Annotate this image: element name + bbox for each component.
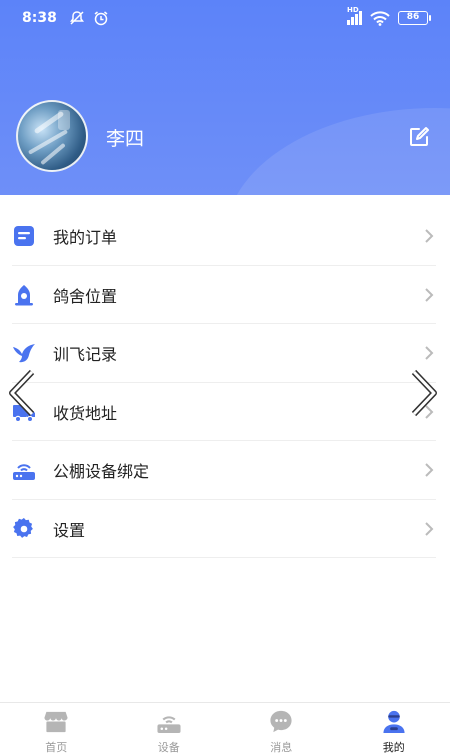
chevron-right-icon: [425, 288, 434, 302]
tab-device[interactable]: 设备: [113, 703, 226, 755]
tab-messages[interactable]: 消息: [225, 703, 338, 755]
header-decoration: [225, 108, 450, 195]
menu-item-device-binding[interactable]: 公棚设备绑定: [0, 441, 450, 500]
battery-indicator: 86: [398, 11, 431, 25]
user-profile-icon: [383, 710, 405, 734]
next-arrow-icon[interactable]: [406, 368, 440, 418]
signal-icon: HD: [347, 6, 362, 25]
tab-home[interactable]: 首页: [0, 703, 113, 755]
alarm-clock-icon: [94, 11, 108, 26]
tab-label: 设备: [157, 741, 180, 754]
menu-item-label: 收货地址: [53, 403, 118, 423]
menu-item-label: 训飞记录: [53, 345, 118, 365]
tab-mine[interactable]: 我的: [338, 703, 450, 755]
wifi-icon: [370, 10, 390, 26]
menu-item-orders[interactable]: 我的订单: [0, 207, 450, 266]
device-router-icon: [157, 716, 181, 734]
status-time: 8:38: [22, 10, 57, 26]
menu-item-shipping-address[interactable]: 收货地址: [0, 383, 450, 442]
menu-item-label: 我的订单: [53, 228, 118, 248]
chevron-right-icon: [425, 463, 434, 477]
network-type-label: HD: [347, 6, 359, 14]
bird-flight-icon: [12, 341, 36, 365]
profile-header: 8:38 HD 86 李四: [0, 0, 450, 195]
tab-label: 我的: [382, 741, 405, 754]
menu-item-label: 公棚设备绑定: [53, 462, 150, 482]
status-bar: 8:38 HD 86: [0, 0, 450, 36]
chevron-right-icon: [425, 346, 434, 360]
edit-profile-icon[interactable]: [408, 126, 430, 148]
notification-muted-icon: [69, 11, 84, 25]
order-list-icon: [12, 224, 36, 248]
menu-item-loft-location[interactable]: 鸽舍位置: [0, 266, 450, 325]
bottom-tab-bar: 首页 设备 消息 我的: [0, 702, 450, 755]
profile-menu: 我的订单 鸽舍位置 训飞记录 收货地址 公棚设备绑定 设置: [0, 207, 450, 558]
previous-arrow-icon[interactable]: [6, 368, 40, 418]
tab-label: 消息: [270, 741, 293, 754]
menu-item-training-records[interactable]: 训飞记录: [0, 324, 450, 383]
user-name: 李四: [106, 128, 145, 150]
tab-label: 首页: [45, 741, 68, 754]
chevron-right-icon: [425, 522, 434, 536]
gear-icon: [12, 517, 36, 541]
message-icon: [270, 710, 292, 733]
home-store-icon: [44, 711, 68, 733]
router-device-icon: [12, 458, 36, 482]
menu-item-label: 设置: [53, 520, 86, 540]
chevron-right-icon: [425, 229, 434, 243]
menu-item-label: 鸽舍位置: [53, 286, 118, 306]
avatar[interactable]: [16, 100, 88, 172]
menu-item-settings[interactable]: 设置: [0, 500, 450, 559]
location-pin-icon: [12, 283, 36, 307]
